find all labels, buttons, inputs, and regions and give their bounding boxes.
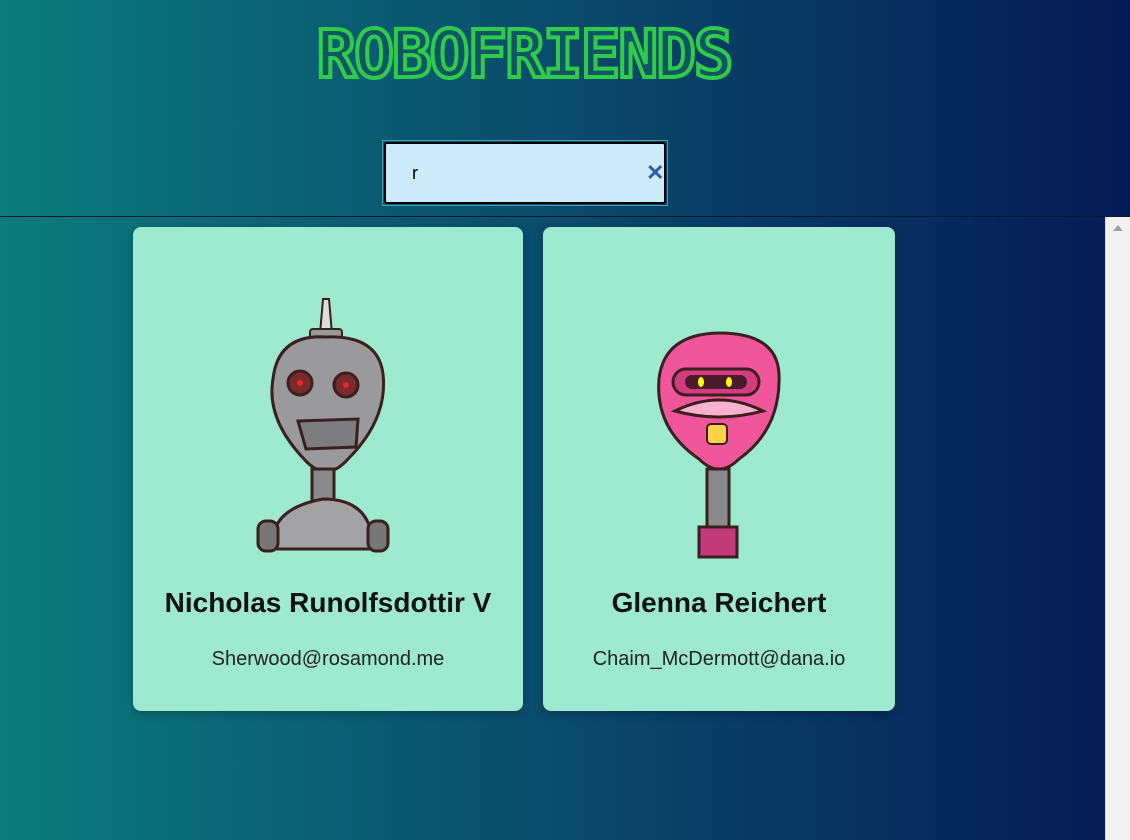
robot-email: Sherwood@rosamond.me [211, 648, 445, 670]
search-container: ✕ [382, 140, 668, 206]
robot-name: Glenna Reichert [611, 587, 827, 618]
clear-icon[interactable]: ✕ [646, 162, 664, 184]
pink-robot-image [657, 331, 781, 559]
search-input[interactable] [410, 161, 646, 185]
robot-card[interactable]: Glenna Reichert Chaim_McDermott@dana.io [543, 227, 895, 711]
scrollbar[interactable] [1105, 217, 1130, 840]
gray-robot-image [256, 298, 390, 553]
header: ROBOFRIENDS ✕ [0, 0, 1130, 217]
search-box: ✕ [384, 142, 666, 204]
app-title: ROBOFRIENDS [314, 14, 735, 95]
robot-card[interactable]: Nicholas Runolfsdottir V Sherwood@rosamo… [133, 227, 523, 711]
robot-name: Nicholas Runolfsdottir V [164, 587, 492, 618]
robot-email: Chaim_McDermott@dana.io [592, 648, 846, 670]
scroll-up-arrow[interactable] [1113, 225, 1123, 231]
